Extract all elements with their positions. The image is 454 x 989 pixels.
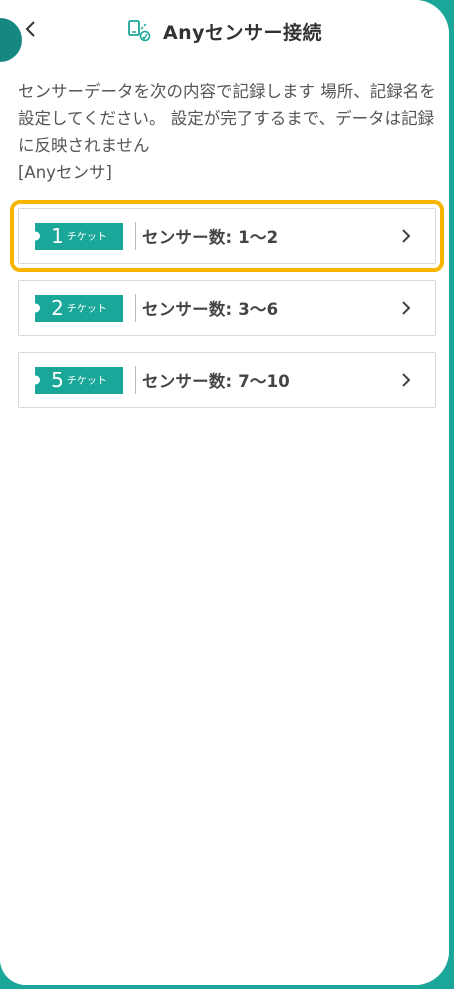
ticket-unit: チケット (66, 232, 107, 243)
screen: Anyセンサー接続 センサーデータを次の内容で記録します 場所、記録名を設定して… (0, 0, 449, 985)
option-2-tickets[interactable]: 2 チケット センサー数: 3〜6 (18, 280, 436, 336)
ticket-unit: チケット (66, 376, 107, 387)
sensor-touch-icon (128, 20, 151, 42)
option-5-tickets[interactable]: 5 チケット センサー数: 7〜10 (18, 352, 436, 408)
ticket-count: 5 (51, 367, 64, 392)
app-header: Anyセンサー接続 (0, 0, 449, 62)
description-body: センサーデータを次の内容で記録します 場所、記録名を設定してください。 設定が完… (18, 82, 436, 155)
sensor-range-label: センサー数: 1〜2 (142, 228, 279, 247)
ticket-badge: 2 チケット (35, 294, 123, 322)
divider (135, 294, 136, 322)
chevron-right-icon (401, 373, 415, 387)
divider (135, 222, 136, 250)
divider (135, 366, 136, 394)
device-frame: Anyセンサー接続 センサーデータを次の内容で記録します 場所、記録名を設定して… (0, 0, 454, 989)
ticket-count: 1 (51, 223, 64, 248)
main-content: センサーデータを次の内容で記録します 場所、記録名を設定してください。 設定が完… (0, 62, 449, 985)
chevron-right-icon (401, 229, 415, 243)
chevron-right-icon (401, 301, 415, 315)
ticket-badge: 1 チケット (35, 222, 123, 250)
ticket-option-list: 1 チケット センサー数: 1〜2 2 チケット センサー数: 3〜6 5 チケ… (10, 200, 444, 424)
sensor-range-label: センサー数: 7〜10 (142, 372, 290, 391)
option-1-ticket[interactable]: 1 チケット センサー数: 1〜2 (10, 200, 444, 272)
sensor-range-label: センサー数: 3〜6 (142, 300, 279, 319)
page-title: Anyセンサー接続 (162, 21, 323, 44)
ticket-unit: チケット (66, 304, 107, 315)
ticket-count: 2 (51, 295, 64, 320)
header-title-group: Anyセンサー接続 (0, 0, 449, 62)
sensor-name: [Anyセンサ] (18, 163, 112, 182)
ticket-badge: 5 チケット (35, 366, 123, 394)
description-text: センサーデータを次の内容で記録します 場所、記録名を設定してください。 設定が完… (18, 78, 438, 186)
